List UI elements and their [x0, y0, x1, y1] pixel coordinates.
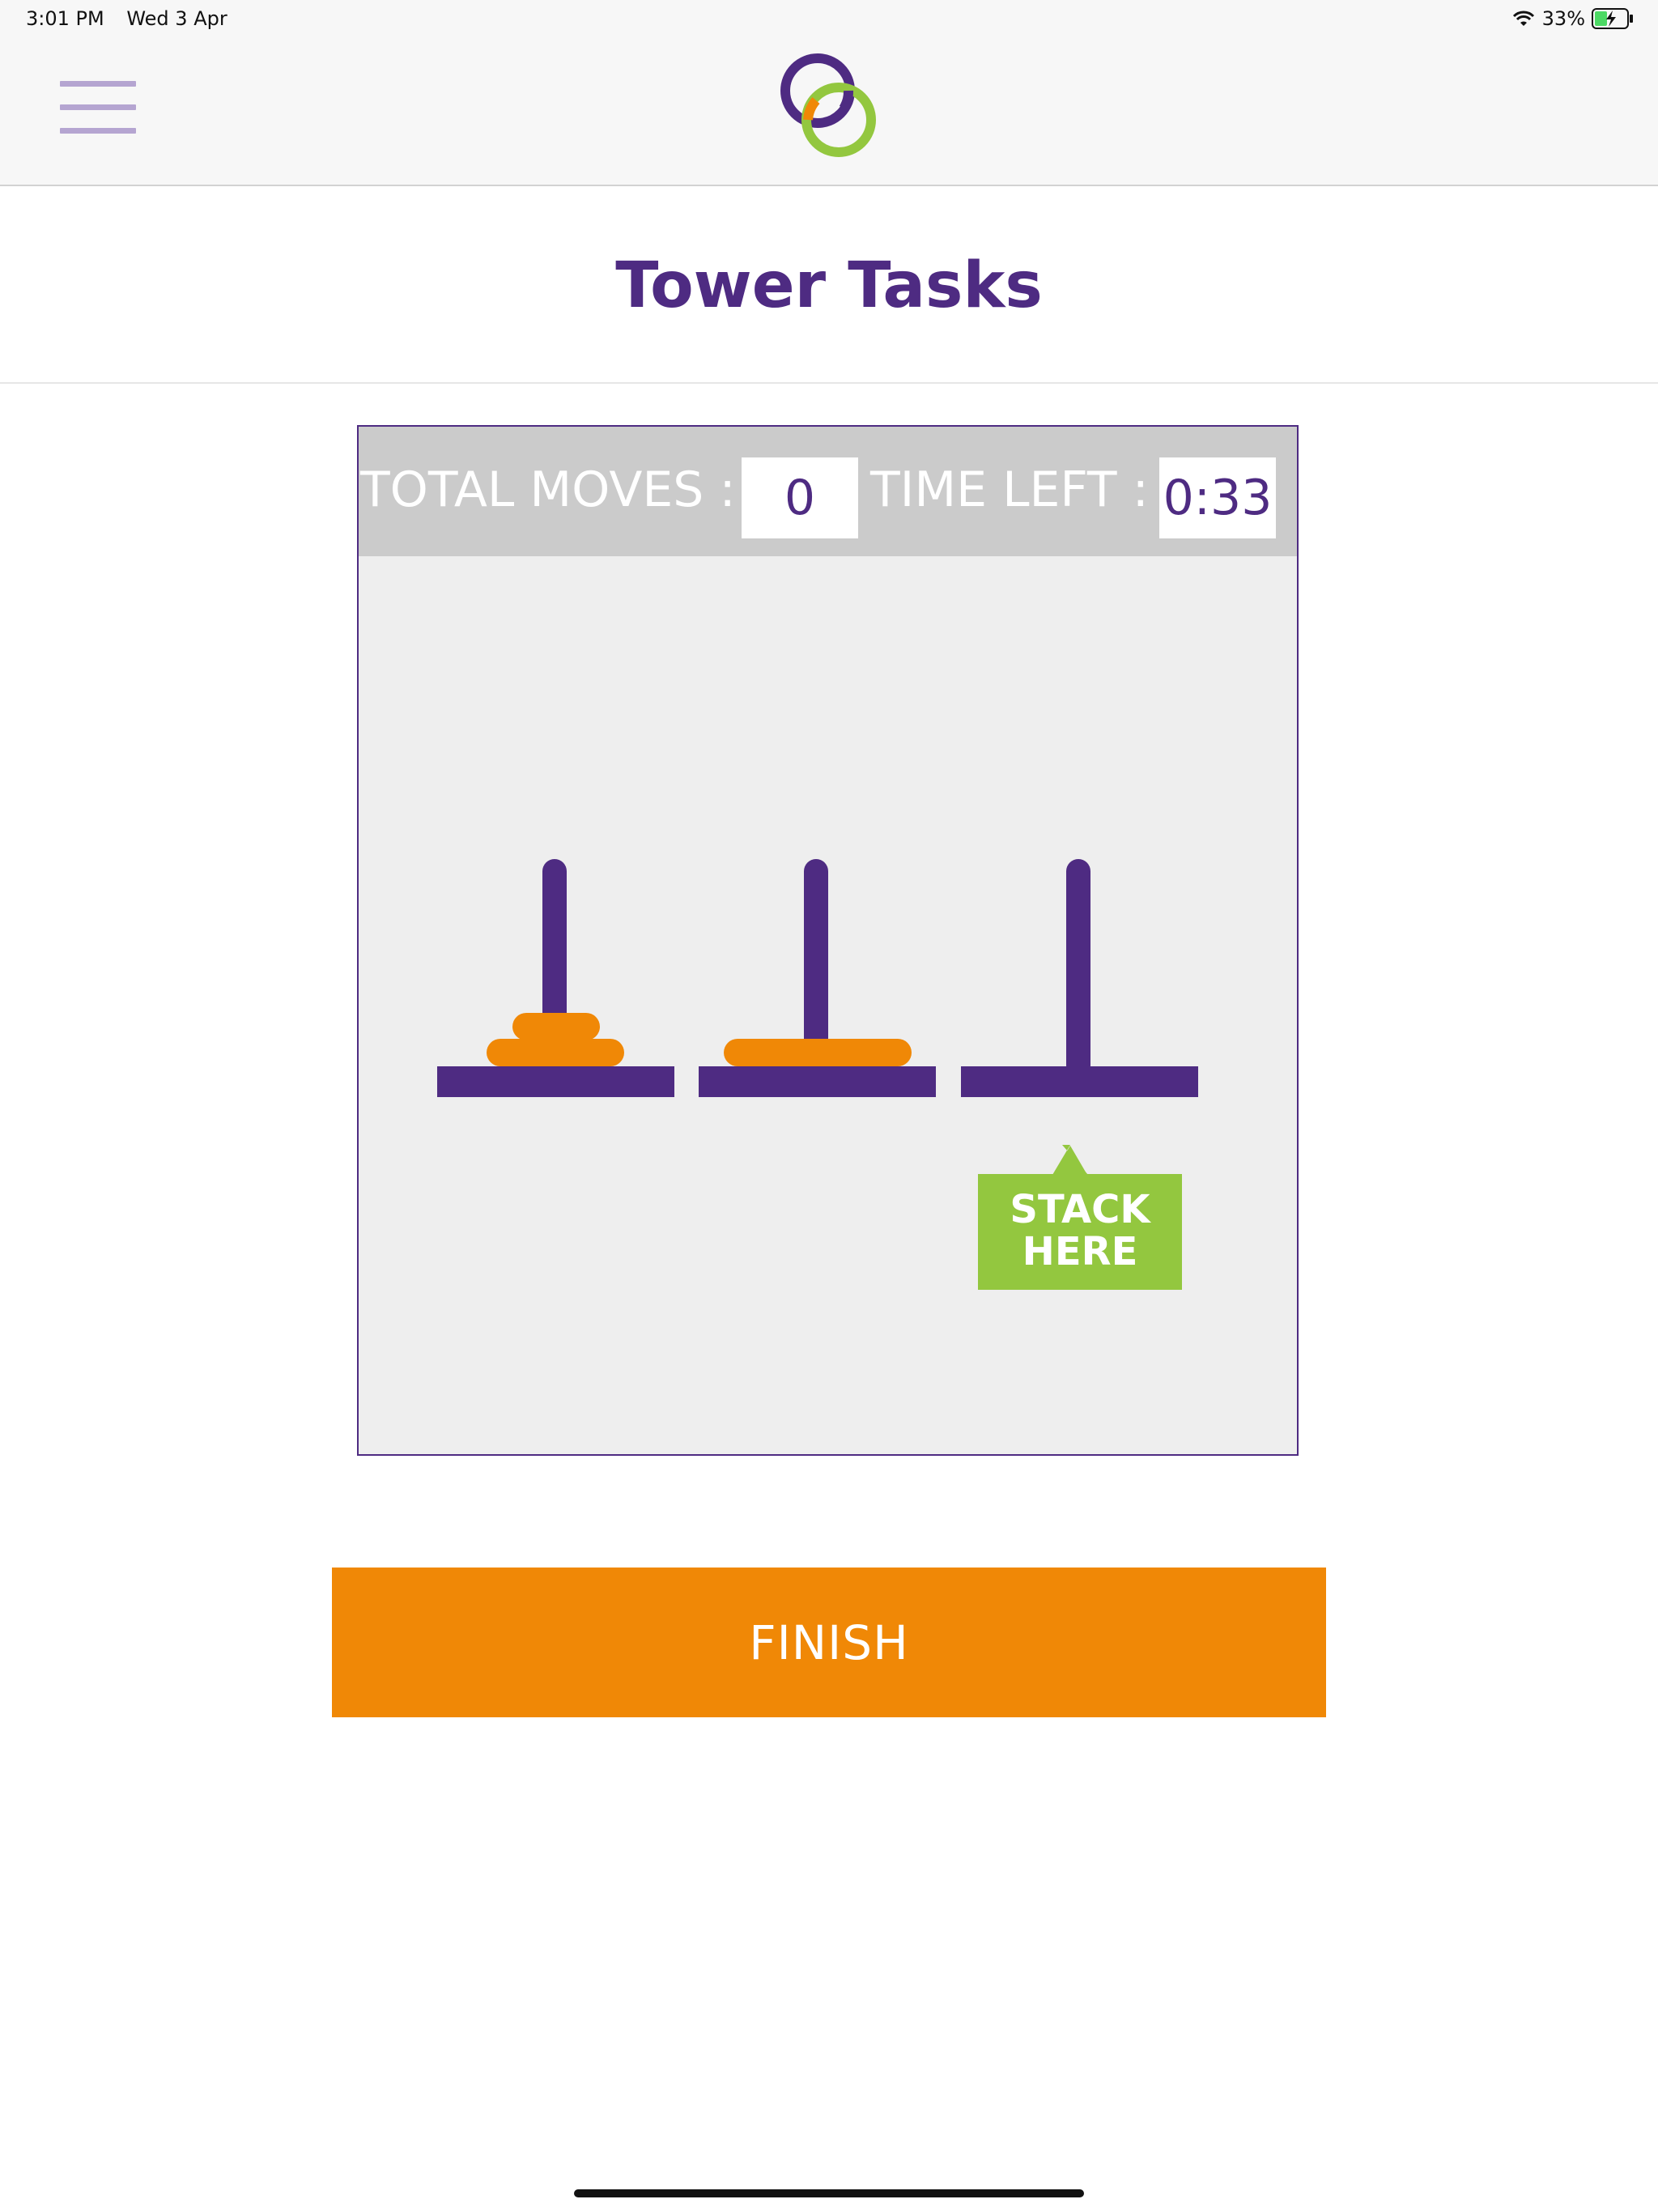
home-indicator[interactable] — [574, 2189, 1084, 2197]
tower-board-canvas: STACK HERE — [437, 859, 1198, 1290]
target-line-2: HERE — [1022, 1229, 1138, 1274]
status-date: Wed 3 Apr — [126, 7, 227, 30]
status-left: 3:01 PM Wed 3 Apr — [26, 7, 244, 30]
wifi-icon — [1512, 11, 1534, 26]
peg-2-base — [699, 1066, 936, 1097]
stack-here-target: STACK HERE — [978, 1145, 1182, 1290]
finish-button[interactable]: FINISH — [332, 1568, 1326, 1717]
peg-2[interactable] — [699, 859, 936, 1097]
title-area: Tower Tasks — [0, 186, 1658, 384]
hamburger-menu-icon[interactable] — [60, 81, 136, 134]
disc-small[interactable] — [512, 1013, 600, 1040]
battery-percentage: 33% — [1541, 7, 1585, 30]
logo-icon — [780, 53, 876, 157]
status-bar: 3:01 PM Wed 3 Apr 33% — [0, 0, 1658, 39]
target-line-1: STACK — [1010, 1187, 1151, 1232]
battery-charging-icon — [1592, 8, 1633, 29]
status-right: 33% — [1511, 7, 1634, 30]
peg-1-base — [437, 1066, 674, 1097]
disc-largest[interactable] — [724, 1039, 912, 1066]
peg-3-base — [961, 1066, 1198, 1097]
peg-1[interactable] — [437, 859, 674, 1097]
peg-2-pole — [804, 859, 828, 1061]
tower-game-board: TOTAL MOVES : 0 TIME LEFT : 0:33 STACK H… — [357, 425, 1299, 1456]
peg-3-pole — [1066, 859, 1090, 1078]
disc-large[interactable] — [487, 1039, 624, 1066]
status-time: 3:01 PM — [26, 7, 104, 30]
nav-bar — [0, 39, 1658, 186]
page-title: Tower Tasks — [615, 249, 1043, 322]
peg-3[interactable] — [961, 859, 1198, 1097]
